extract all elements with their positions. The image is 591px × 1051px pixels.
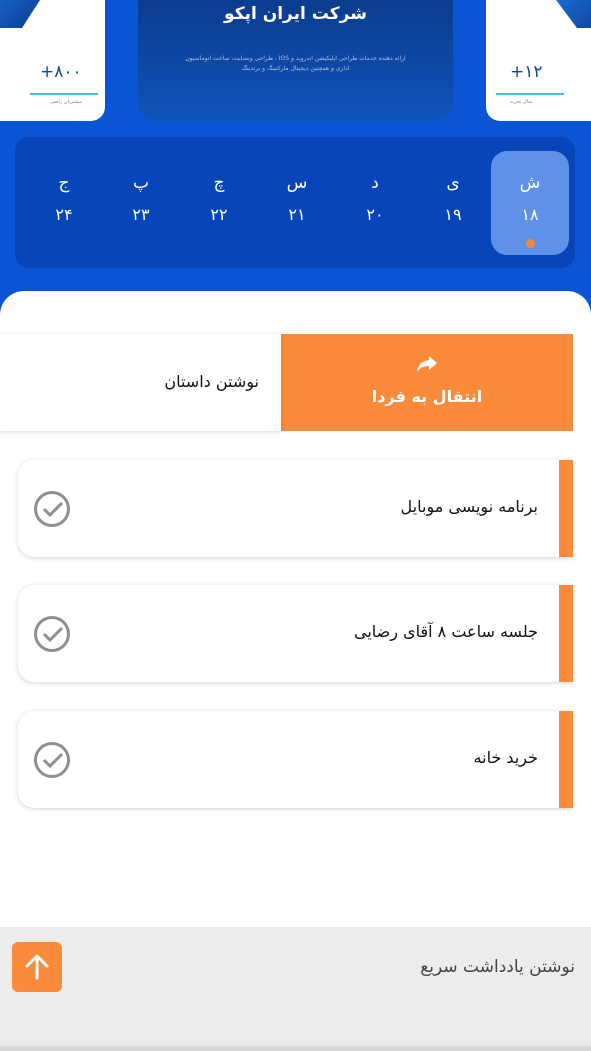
day-item-fri[interactable]: ج ۲۴: [25, 151, 103, 255]
share-forward-icon: [281, 354, 573, 378]
company-banner[interactable]: شرکت ایران اپکو ارائه دهنده خدمات طراحی …: [138, 0, 453, 121]
stat-value: +۱۲: [510, 62, 543, 82]
task-card[interactable]: جلسه ساعت ۸ آقای رضایی: [18, 585, 573, 682]
day-item-mon[interactable]: د ۲۰: [336, 151, 414, 255]
move-to-tomorrow-button[interactable]: انتقال به فردا: [281, 334, 573, 431]
day-number: ۲۴: [55, 205, 73, 224]
task-text: جلسه ساعت ۸ آقای رضایی: [354, 622, 538, 641]
task-accent-bar: [559, 460, 573, 557]
check-circle-icon[interactable]: [34, 742, 70, 778]
day-number: ۲۰: [366, 205, 384, 224]
day-number: ۲۲: [210, 205, 228, 224]
week-day-selector: ش ۱۸ ی ۱۹ د ۲۰ س ۲۱ چ ۲۲ پ ۲۳ ج ۲۴: [15, 137, 575, 268]
task-card[interactable]: خرید خانه: [18, 711, 573, 808]
day-name: د: [371, 173, 379, 193]
stat-card-experience[interactable]: +۱۲ سال تجربه: [486, 0, 591, 121]
day-item-tue[interactable]: س ۲۱: [258, 151, 336, 255]
day-name: ج: [58, 173, 70, 193]
company-description: ارائه دهنده خدمات طراحی اپلیکیشن اندروید…: [185, 55, 406, 72]
card-graphic: [556, 0, 591, 28]
arrow-up-icon: [25, 954, 49, 980]
selected-day-dot: [526, 239, 535, 248]
bottom-divider: [0, 1046, 591, 1051]
task-text: نوشتن داستان: [164, 372, 259, 391]
day-number: ۱۹: [444, 205, 462, 224]
day-name: پ: [132, 173, 149, 193]
day-number: ۲۳: [132, 205, 150, 224]
move-to-tomorrow-label: انتقال به فردا: [371, 387, 483, 406]
stat-underline: [30, 93, 98, 95]
check-circle-icon[interactable]: [34, 491, 70, 527]
day-item-sat[interactable]: ش ۱۸: [491, 151, 569, 255]
send-button[interactable]: [12, 942, 62, 992]
stat-card-customers[interactable]: +۸۰۰ مشتریان راضی: [0, 0, 105, 121]
task-text: برنامه نویسی موبایل: [400, 497, 538, 516]
day-number: ۱۸: [521, 205, 539, 224]
card-graphic: [0, 0, 40, 28]
stat-label: مشتریان راضی: [50, 99, 82, 105]
day-item-thu[interactable]: پ ۲۳: [102, 151, 180, 255]
task-card[interactable]: برنامه نویسی موبایل: [18, 460, 573, 557]
day-name: س: [286, 173, 308, 193]
day-item-wed[interactable]: چ ۲۲: [180, 151, 258, 255]
quick-note-input[interactable]: نوشتن یادداشت سریع: [420, 957, 575, 977]
task-text: خرید خانه: [473, 748, 538, 767]
swiped-task-row[interactable]: انتقال به فردا نوشتن داستان: [0, 334, 573, 431]
day-name: ش: [519, 173, 541, 193]
quick-note-bar: نوشتن یادداشت سریع: [0, 927, 591, 1051]
day-item-sun[interactable]: ی ۱۹: [414, 151, 492, 255]
stat-label: سال تجربه: [510, 99, 533, 105]
check-circle-icon[interactable]: [34, 616, 70, 652]
stat-underline: [496, 93, 564, 95]
day-name: چ: [213, 173, 225, 193]
day-number: ۲۱: [288, 205, 306, 224]
task-accent-bar: [559, 585, 573, 682]
company-title: شرکت ایران اپکو: [224, 4, 367, 24]
stat-value: +۸۰۰: [40, 62, 82, 82]
task-accent-bar: [559, 711, 573, 808]
day-name: ی: [446, 173, 460, 193]
task-card[interactable]: نوشتن داستان: [0, 334, 281, 431]
